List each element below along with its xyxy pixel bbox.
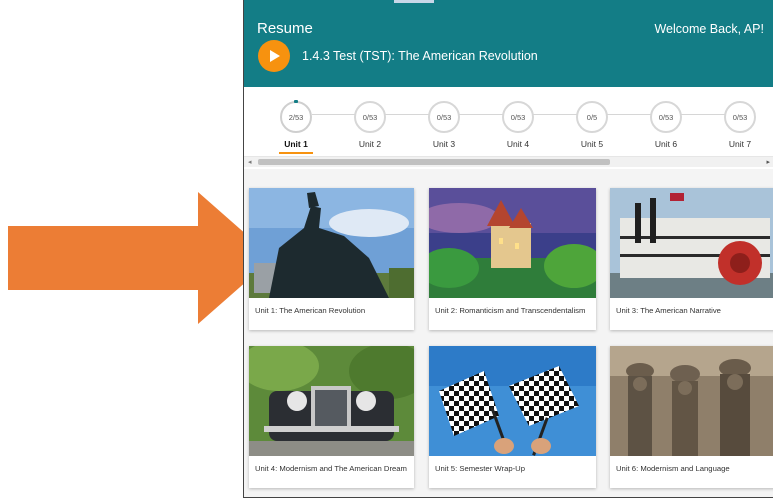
scroll-right-arrow-icon[interactable]: ▸ [766,158,770,166]
scroll-left-arrow-icon[interactable]: ◂ [248,158,252,166]
unit-card-title: Unit 5: Semester Wrap-Up [435,464,526,473]
unit-card-2[interactable]: Unit 2: Romanticism and Transcendentalis… [429,188,596,330]
horizontal-scrollbar[interactable]: ◂ ▸ [244,156,773,167]
unit-card-3[interactable]: Unit 3: The American Narrative [610,188,773,330]
unit-card-title: Unit 3: The American Narrative [616,306,721,315]
equestrian-statue-image [249,188,414,298]
steamboat-image [610,188,773,298]
unit-card-1[interactable]: Unit 1: The American Revolution [249,188,414,330]
unit-card-4[interactable]: Unit 4: Modernism and The American Dream [249,346,414,488]
scrollbar-thumb[interactable] [258,159,610,165]
unit-label: Unit 7 [728,139,752,149]
current-activity-title[interactable]: 1.4.3 Test (TST): The American Revolutio… [302,49,538,63]
tab-indicator [394,0,434,3]
unit-progress-circle: 0/53 [428,101,460,133]
unit-card-6[interactable]: Unit 6: Modernism and Language [610,346,773,488]
unit-progress-strip: 2/53 Unit 1 0/53 Unit 2 0/53 Unit 3 0/53… [244,87,773,169]
unit-tab-2[interactable]: 0/53 Unit 2 [340,101,400,149]
unit-progress-circle: 0/53 [354,101,386,133]
unit-tab-3[interactable]: 0/53 Unit 3 [414,101,474,149]
app-window: Resume Welcome Back, AP! 1.4.3 Test (TST… [243,0,773,498]
unit-card-5[interactable]: Unit 5: Semester Wrap-Up [429,346,596,488]
unit-progress-circle: 0/53 [502,101,534,133]
resume-header: Resume Welcome Back, AP! 1.4.3 Test (TST… [244,0,773,87]
unit-label: Unit 5 [580,139,604,149]
unit-card-title: Unit 4: Modernism and The American Dream [255,464,407,473]
unit-progress-circle: 0/53 [650,101,682,133]
unit-label: Unit 2 [358,139,382,149]
unit-progress-circle: 0/5 [576,101,608,133]
unit-progress-circle: 0/53 [724,101,756,133]
play-icon [270,50,280,62]
welcome-message: Welcome Back, AP! [654,22,764,36]
annotation-arrow-icon [8,192,273,324]
unit-card-title: Unit 6: Modernism and Language [616,464,730,473]
castle-landscape-image [429,188,596,298]
bronze-sculpture-image [610,346,773,456]
unit-tab-6[interactable]: 0/53 Unit 6 [636,101,696,149]
unit-label: Unit 1 [284,139,308,149]
active-unit-underline [279,152,313,154]
unit-label: Unit 6 [654,139,678,149]
unit-card-title: Unit 1: The American Revolution [255,306,366,315]
checkered-flags-image [429,346,596,456]
unit-tab-7[interactable]: 0/53 Unit 7 [710,101,770,149]
unit-progress-circle: 2/53 [280,100,312,133]
unit-card-title: Unit 2: Romanticism and Transcendentalis… [435,306,586,315]
unit-tab-1[interactable]: 2/53 Unit 1 [266,100,326,154]
resume-label: Resume [257,20,313,37]
resume-play-button[interactable] [258,40,290,72]
unit-label: Unit 4 [506,139,530,149]
unit-label: Unit 3 [432,139,456,149]
unit-tab-5[interactable]: 0/5 Unit 5 [562,101,622,149]
vintage-car-image [249,346,414,456]
unit-tab-4[interactable]: 0/53 Unit 4 [488,101,548,149]
